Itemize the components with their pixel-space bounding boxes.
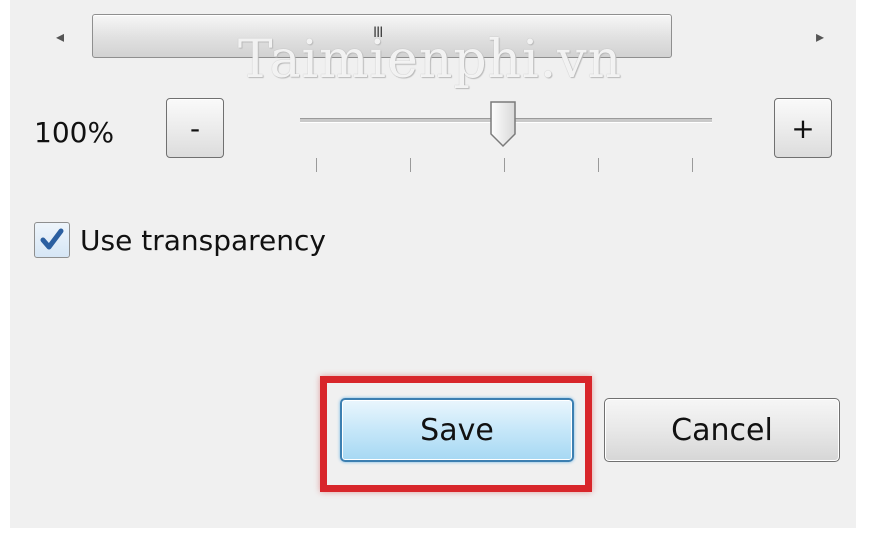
scroll-right-arrow-icon[interactable]: ▸ — [800, 18, 840, 54]
slider-tick — [504, 158, 505, 172]
checkmark-icon — [40, 228, 64, 250]
use-transparency-checkbox[interactable] — [34, 222, 70, 258]
horizontal-scrollbar[interactable]: ◂ III ▸ — [40, 12, 840, 58]
use-transparency-checkbox-row[interactable]: Use transparency — [34, 222, 326, 258]
slider-tick — [410, 158, 411, 172]
slider-tick — [692, 158, 693, 172]
zoom-out-button[interactable]: - — [166, 98, 224, 158]
slider-thumb[interactable] — [488, 100, 518, 148]
zoom-in-button[interactable]: + — [774, 98, 832, 158]
slider-tick — [316, 158, 317, 172]
use-transparency-label: Use transparency — [80, 223, 326, 257]
scroll-thumb[interactable]: III — [92, 14, 672, 58]
cancel-button[interactable]: Cancel — [604, 398, 840, 462]
thumb-grip: III — [373, 25, 383, 41]
zoom-level-label: 100% — [34, 116, 115, 149]
scroll-left-arrow-icon[interactable]: ◂ — [40, 18, 80, 54]
save-button[interactable]: Save — [340, 398, 574, 462]
zoom-slider[interactable] — [300, 100, 712, 180]
slider-tick — [598, 158, 599, 172]
